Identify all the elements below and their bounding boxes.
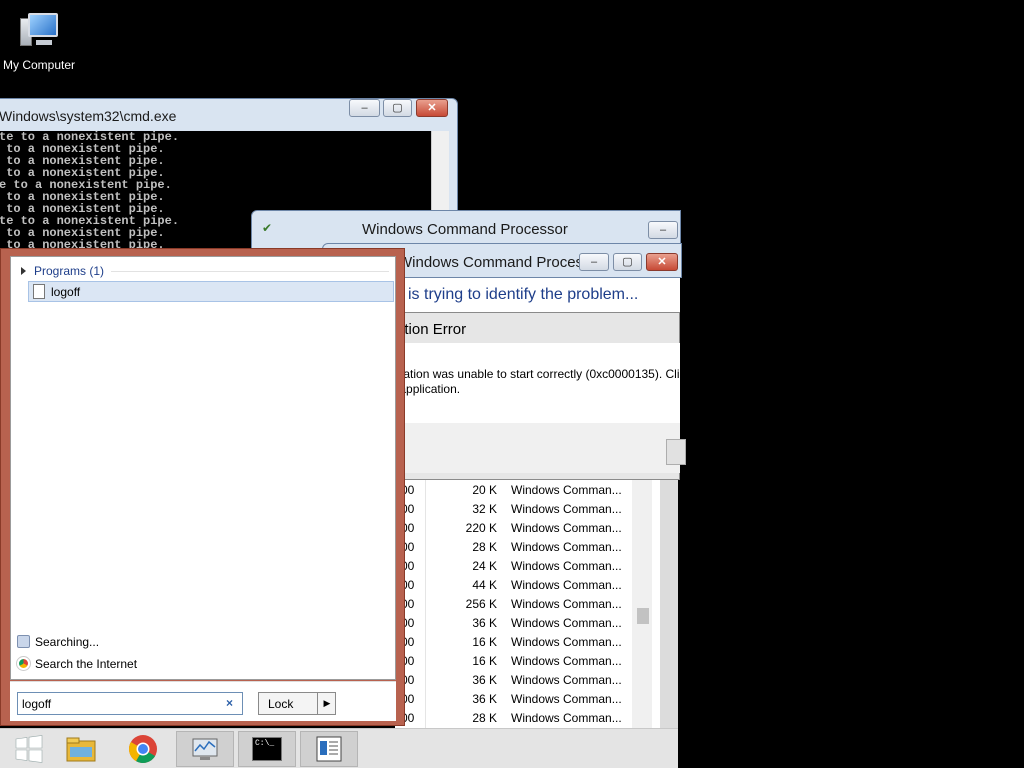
table-row[interactable]: 00 220 K Windows Comman... <box>395 521 640 540</box>
table-cell: 36 K <box>472 616 497 630</box>
table-row[interactable]: 00 256 K Windows Comman... <box>395 597 640 616</box>
table-row[interactable]: 00 36 K Windows Comman... <box>395 673 640 692</box>
table-cell: Windows Comman... <box>511 692 622 706</box>
table-cell: Windows Comman... <box>511 483 622 497</box>
expand-arrow-icon <box>21 267 26 275</box>
ok-button[interactable] <box>666 439 686 465</box>
close-button[interactable]: ✕ <box>646 253 678 271</box>
maximize-button[interactable]: ▢ <box>383 99 412 117</box>
table-row[interactable]: 00 24 K Windows Comman... <box>395 559 640 578</box>
lock-button[interactable]: Lock ▶ <box>258 692 336 715</box>
table-cell: Windows Comman... <box>511 711 622 725</box>
searching-status: Searching... <box>17 635 99 649</box>
table-row[interactable]: 00 20 K Windows Comman... <box>395 483 640 502</box>
scroll-thumb[interactable] <box>637 608 649 624</box>
table-row[interactable]: 00 36 K Windows Comman... <box>395 692 640 711</box>
table-cell: 28 K <box>472 711 497 725</box>
problem-message: is trying to identify the problem... <box>408 286 639 303</box>
table-cell: 24 K <box>472 559 497 573</box>
taskbar-chrome[interactable] <box>114 731 172 767</box>
search-results-panel: Programs (1) logoff Searching... Search … <box>10 256 396 680</box>
table-cell: Windows Comman... <box>511 540 622 554</box>
table-cell: 16 K <box>472 635 497 649</box>
chrome-icon <box>129 735 157 763</box>
window-edge <box>660 480 678 728</box>
clear-search-icon[interactable]: × <box>226 696 233 710</box>
minimize-button[interactable]: ‒ <box>579 253 609 271</box>
table-cell: Windows Comman... <box>511 578 622 592</box>
start-button[interactable] <box>0 731 58 767</box>
table-row[interactable]: 00 44 K Windows Comman... <box>395 578 640 597</box>
table-cell: Windows Comman... <box>511 502 622 516</box>
desktop-icon-label: My Computer <box>2 58 76 72</box>
task-list[interactable]: 00 20 K Windows Comman... 00 32 K Windows Com… <box>395 480 660 728</box>
table-cell: 220 K <box>465 521 497 535</box>
taskbar-file-explorer[interactable] <box>52 731 110 767</box>
table-cell: Windows Comman... <box>511 616 622 630</box>
table-row[interactable]: 00 16 K Windows Comman... <box>395 654 640 673</box>
search-progress-icon <box>17 635 30 648</box>
table-row[interactable]: 00 32 K Windows Comman... <box>395 502 640 521</box>
task-list-scrollbar[interactable] <box>632 480 652 728</box>
resource-monitor-icon <box>192 738 218 760</box>
search-input[interactable]: logoff × <box>17 692 243 715</box>
maximize-button[interactable]: ▢ <box>613 253 642 271</box>
taskbar: C:\_ <box>0 728 678 768</box>
document-icon <box>316 736 342 762</box>
table-cell: 16 K <box>472 654 497 668</box>
table-cell: Windows Comman... <box>511 673 622 687</box>
table-cell: 28 K <box>472 540 497 554</box>
processor-icon: ✔ <box>262 221 273 235</box>
table-cell: 256 K <box>465 597 497 611</box>
table-row[interactable]: 00 28 K Windows Comman... <box>395 540 640 559</box>
file-explorer-icon <box>66 737 96 762</box>
start-menu[interactable]: Programs (1) logoff Searching... Search … <box>0 248 405 726</box>
table-cell: Windows Comman... <box>511 635 622 649</box>
table-cell: Windows Comman... <box>511 559 622 573</box>
minimize-button[interactable]: ‒ <box>648 221 678 239</box>
computer-icon <box>16 10 62 52</box>
chrome-icon <box>16 656 31 671</box>
taskbar-command-prompt[interactable]: C:\_ <box>238 731 296 767</box>
taskbar-document[interactable] <box>300 731 358 767</box>
cmd-icon: C:\_ <box>252 737 282 761</box>
processor-title-2: Windows Command Processor <box>398 254 604 271</box>
table-row[interactable]: 00 36 K Windows Comman... <box>395 616 640 635</box>
table-cell: 20 K <box>472 483 497 497</box>
cmd-window-title: Windows\system32\cmd.exe <box>0 108 177 124</box>
search-internet-link[interactable]: Search the Internet <box>16 656 137 671</box>
start-icon <box>15 735 43 763</box>
table-cell: 36 K <box>472 673 497 687</box>
close-button[interactable]: ✕ <box>416 99 448 117</box>
taskbar-resource-monitor[interactable] <box>176 731 234 767</box>
processor-title-1: Windows Command Processor <box>362 221 568 238</box>
minimize-button[interactable]: ‒ <box>349 99 380 117</box>
table-cell: Windows Comman... <box>511 597 622 611</box>
table-cell: 36 K <box>472 692 497 706</box>
power-options-arrow-icon[interactable]: ▶ <box>317 693 336 714</box>
my-computer-desktop-icon[interactable]: My Computer <box>0 8 78 78</box>
table-cell: 32 K <box>472 502 497 516</box>
result-item-logoff[interactable]: logoff <box>28 281 394 302</box>
table-cell: Windows Comman... <box>511 654 622 668</box>
table-row[interactable]: 00 16 K Windows Comman... <box>395 635 640 654</box>
programs-section-header[interactable]: Programs (1) <box>21 264 104 278</box>
table-cell: Windows Comman... <box>511 521 622 535</box>
table-cell: 44 K <box>472 578 497 592</box>
document-icon <box>33 284 45 299</box>
